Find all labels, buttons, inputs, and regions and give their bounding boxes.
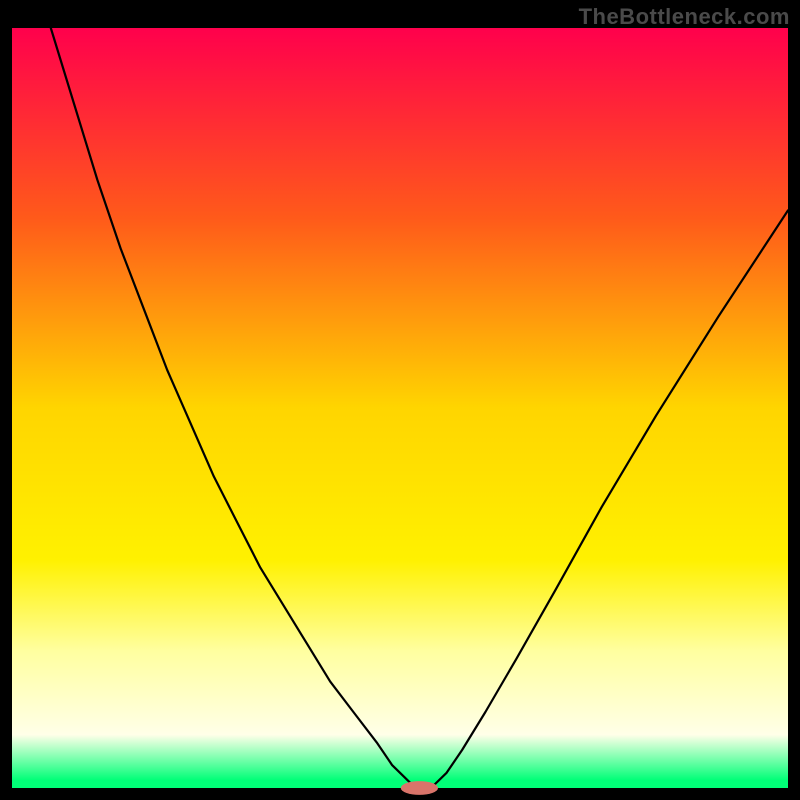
chart-frame: TheBottleneck.com: [0, 0, 800, 800]
bottleneck-chart: [0, 0, 800, 800]
watermark-text: TheBottleneck.com: [579, 4, 790, 30]
gradient-background: [12, 28, 788, 788]
optimal-marker: [401, 781, 438, 795]
